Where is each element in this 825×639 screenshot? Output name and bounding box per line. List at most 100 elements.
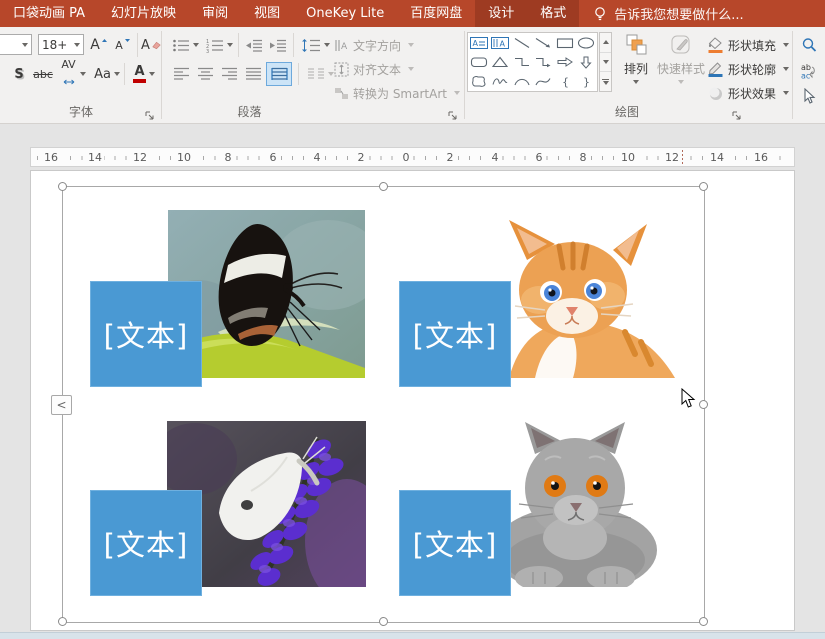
smartart-caption-4[interactable]: [文本]: [399, 490, 511, 596]
caption-text: [文本]: [104, 313, 189, 355]
bullets-button[interactable]: [170, 34, 200, 56]
font-name-combo[interactable]: ): [0, 34, 32, 55]
shape-text-box-icon[interactable]: A: [469, 36, 489, 50]
numbering-button[interactable]: 123: [204, 34, 234, 56]
shape-elbow-arrow-connector-icon[interactable]: [533, 55, 553, 69]
shape-rounded-rectangle-icon[interactable]: [469, 55, 489, 69]
tab-onekey-lite[interactable]: OneKey Lite: [293, 0, 397, 27]
text-pane-toggle-button[interactable]: <: [51, 395, 72, 415]
shape-rectangle-icon[interactable]: [555, 36, 575, 50]
selection-handle-top-left[interactable]: [58, 182, 67, 191]
ruler-mark: 2: [445, 151, 456, 164]
tab-review[interactable]: 审阅: [189, 0, 241, 27]
selection-handle-top-center[interactable]: [379, 182, 388, 191]
justify-button[interactable]: [242, 63, 264, 85]
distributed-button[interactable]: [266, 62, 292, 86]
caption-text: [文本]: [104, 522, 189, 564]
decrease-indent-button[interactable]: [243, 34, 265, 56]
contextual-tab-group: 设计 格式: [475, 0, 579, 27]
chevron-down-icon: [633, 80, 639, 84]
text-direction-button[interactable]: A 文字方向: [334, 34, 414, 56]
arrange-button[interactable]: 排列: [617, 29, 655, 99]
font-dialog-launcher[interactable]: [144, 107, 156, 119]
shape-down-arrow-icon[interactable]: [576, 55, 596, 69]
ruler-mark: 6: [534, 151, 545, 164]
align-left-icon: [173, 67, 190, 81]
character-spacing-button[interactable]: AV: [58, 63, 88, 85]
paragraph-group-label: 段落: [162, 103, 337, 120]
gallery-more-button[interactable]: [600, 72, 611, 91]
line-spacing-button[interactable]: [299, 34, 331, 56]
shape-triangle-icon[interactable]: [490, 55, 510, 69]
shape-freeform-icon[interactable]: [469, 74, 489, 88]
chevron-down-icon: [783, 91, 789, 95]
shapes-gallery[interactable]: A A { }: [467, 32, 598, 92]
shape-vertical-text-box-icon[interactable]: A: [490, 36, 510, 50]
tab-format[interactable]: 格式: [527, 0, 579, 27]
convert-to-smartart-button[interactable]: 转换为 SmartArt: [334, 82, 460, 104]
clear-formatting-button[interactable]: A: [141, 34, 161, 56]
shape-fill-button[interactable]: 形状填充: [707, 34, 789, 56]
shape-left-brace-icon[interactable]: {: [555, 74, 575, 88]
horizontal-ruler[interactable]: 16 14 12 10 8 6 4 2 0 2 4 6 8 10 12 14 1…: [30, 147, 795, 167]
smartart-caption-3[interactable]: [文本]: [90, 490, 202, 596]
decrease-indent-icon: [245, 38, 263, 53]
replace-button[interactable]: ab ac: [799, 60, 819, 82]
change-case-button[interactable]: Aa: [92, 63, 122, 85]
shape-line-icon[interactable]: [512, 36, 532, 50]
shape-outline-button[interactable]: 形状轮廓: [707, 58, 789, 80]
selection-handle-bottom-center[interactable]: [379, 617, 388, 626]
tab-view[interactable]: 视图: [241, 0, 293, 27]
shape-right-brace-icon[interactable]: }: [576, 74, 596, 88]
align-right-button[interactable]: [218, 63, 240, 85]
font-color-button[interactable]: A: [129, 63, 159, 85]
shape-arc-icon[interactable]: [512, 74, 532, 88]
strikethrough-button[interactable]: abc: [30, 63, 56, 85]
selection-handle-bottom-right[interactable]: [699, 617, 708, 626]
text-shadow-button[interactable]: S: [10, 63, 28, 85]
font-size-combo[interactable]: 18+: [38, 34, 84, 55]
ribbon-tab-bar: 口袋动画 PA 幻灯片放映 审阅 视图 OneKey Lite 百度网盘 设计 …: [0, 0, 825, 27]
mouse-cursor: [681, 388, 696, 413]
smartart-caption-2[interactable]: [文本]: [399, 281, 511, 387]
columns-button[interactable]: [304, 63, 336, 85]
shape-elbow-connector-icon[interactable]: [512, 55, 532, 69]
shape-right-arrow-icon[interactable]: [555, 55, 575, 69]
find-button[interactable]: [799, 34, 819, 56]
ruler-mark: 4: [490, 151, 501, 164]
caption-text: [文本]: [413, 313, 498, 355]
tab-slideshow[interactable]: 幻灯片放映: [98, 0, 189, 27]
shape-effects-button[interactable]: 形状效果: [707, 82, 789, 104]
justify-icon: [245, 67, 262, 81]
search-icon: [801, 37, 817, 53]
ruler-mark: 12: [131, 151, 149, 164]
smartart-caption-1[interactable]: [文本]: [90, 281, 202, 387]
shape-arrow-icon[interactable]: [533, 36, 553, 50]
gallery-scroll-down-button[interactable]: [600, 53, 611, 73]
tab-pocket-animation[interactable]: 口袋动画 PA: [0, 0, 98, 27]
paragraph-dialog-launcher[interactable]: [447, 107, 459, 119]
shape-scribble-icon[interactable]: [490, 74, 510, 88]
svg-text:A: A: [341, 42, 348, 52]
shapes-gallery-scrollbar: [599, 32, 612, 92]
selection-handle-middle-right[interactable]: [699, 400, 708, 409]
increase-indent-button[interactable]: [267, 34, 289, 56]
tab-baidu-netdisk[interactable]: 百度网盘: [397, 0, 475, 27]
eraser-icon: [151, 41, 161, 50]
align-left-button[interactable]: [170, 63, 192, 85]
tab-design[interactable]: 设计: [475, 0, 527, 27]
selection-handle-bottom-left[interactable]: [58, 617, 67, 626]
decrease-font-size-button[interactable]: A: [112, 34, 134, 56]
selection-handle-top-right[interactable]: [699, 182, 708, 191]
gallery-scroll-up-button[interactable]: [600, 33, 611, 53]
shape-oval-icon[interactable]: [576, 36, 596, 50]
shape-curve-icon[interactable]: [533, 74, 553, 88]
quick-styles-button[interactable]: 快速样式: [657, 29, 705, 99]
increase-font-size-button[interactable]: A: [88, 34, 110, 56]
drawing-dialog-launcher[interactable]: [731, 107, 743, 119]
align-center-button[interactable]: [194, 63, 216, 85]
tell-me-box[interactable]: 告诉我您想要做什么...: [579, 0, 757, 27]
align-text-button[interactable]: 对齐文本: [334, 58, 414, 80]
text-direction-icon: A: [334, 38, 349, 53]
select-button[interactable]: [799, 85, 819, 107]
